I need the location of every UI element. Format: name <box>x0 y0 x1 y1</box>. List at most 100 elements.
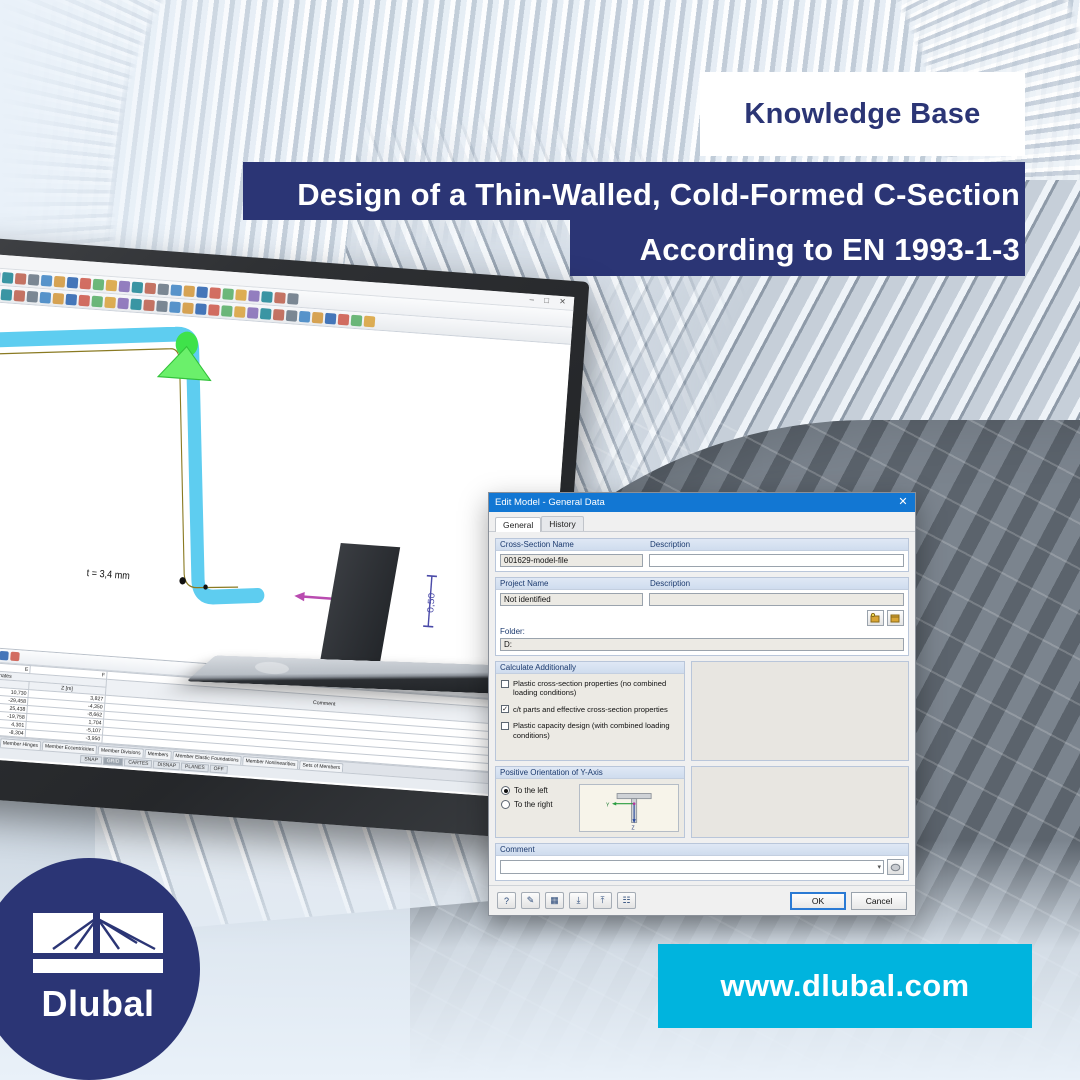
toolbar-icon[interactable] <box>0 270 1 283</box>
edit-icon[interactable]: ✎ <box>521 892 540 909</box>
toolbar-icon[interactable] <box>183 284 196 297</box>
toolbar-icon[interactable] <box>91 295 104 307</box>
folder-input[interactable]: D: <box>500 638 904 651</box>
toolbar-icon[interactable] <box>169 300 181 313</box>
toolbar-icon[interactable] <box>157 282 170 295</box>
status-chip[interactable]: SNAP <box>79 755 103 765</box>
close-icon[interactable]: ✕ <box>895 497 911 508</box>
toolbar-icon[interactable] <box>14 272 27 285</box>
toolbar-icon[interactable] <box>209 286 222 299</box>
status-chip[interactable]: CARTES <box>124 758 153 769</box>
status-chip[interactable]: OFF <box>209 764 228 774</box>
cross-section-name-input[interactable]: 001629-model-file <box>500 554 643 567</box>
toolbar-icon[interactable] <box>66 276 79 289</box>
checkbox-icon[interactable] <box>501 721 509 730</box>
toolbar-icon[interactable] <box>143 298 155 311</box>
edit-model-general-data-dialog[interactable]: Edit Model - General Data ✕ General Hist… <box>488 492 916 916</box>
chevron-down-icon[interactable]: ▾ <box>877 863 881 871</box>
toolbar-icon[interactable] <box>105 279 118 291</box>
toolbar-icon[interactable] <box>182 301 194 314</box>
dialog-footer-icons[interactable]: ? ✎ ▦ ⤓ ⤒ ☷ <box>497 892 636 909</box>
tab-general[interactable]: General <box>495 517 542 532</box>
comment-input[interactable]: ▾ <box>500 860 884 874</box>
toolbar-icon[interactable] <box>208 303 220 316</box>
toolbar-icon[interactable] <box>65 293 78 306</box>
radio-icon[interactable] <box>501 800 510 809</box>
toolbar-icon[interactable] <box>104 296 117 308</box>
toolbar-icon[interactable] <box>118 280 131 292</box>
toolbar-icon[interactable] <box>274 291 286 304</box>
ok-button[interactable]: OK <box>790 891 846 910</box>
toolbar-icon[interactable] <box>285 309 298 322</box>
toolbar-icon[interactable] <box>52 292 65 305</box>
toolbar-icon[interactable] <box>53 275 66 288</box>
orientation-options[interactable]: To the left To the right <box>501 784 573 832</box>
units-icon[interactable]: ▦ <box>545 892 564 909</box>
toolbar-icon[interactable] <box>261 290 273 303</box>
toolbar-icon[interactable] <box>259 307 272 320</box>
orientation-option[interactable]: To the left <box>501 786 573 795</box>
toolbar-icon[interactable] <box>13 289 26 302</box>
import-icon[interactable]: ⤓ <box>569 892 588 909</box>
browse-project-icon[interactable] <box>887 610 904 626</box>
toolbar-icon[interactable] <box>311 311 324 324</box>
toolbar-icon[interactable] <box>287 292 299 305</box>
comment-library-icon[interactable] <box>887 859 904 875</box>
sheet-tab[interactable]: Members <box>144 748 172 760</box>
toolbar-icon[interactable] <box>272 308 285 321</box>
calculate-options-list[interactable]: Plastic cross-section properties (no com… <box>496 674 684 760</box>
toolbar-icon[interactable] <box>195 302 207 315</box>
cancel-button[interactable]: Cancel <box>851 891 907 910</box>
cross-section-description-input[interactable] <box>649 554 904 567</box>
cad-canvas[interactable]: x x0 t = 3,4 mm 0,50 <box>0 288 571 688</box>
toolbar-icon[interactable] <box>144 282 157 294</box>
toolbar-icon[interactable] <box>117 297 130 309</box>
toolbar-icon[interactable] <box>130 298 143 310</box>
toolbar-icon[interactable] <box>246 306 259 319</box>
toolbar-icon[interactable] <box>248 289 260 302</box>
radio-selected-icon[interactable] <box>501 786 510 795</box>
toolbar-icon[interactable] <box>363 315 376 327</box>
toolbar-icon[interactable] <box>0 650 9 661</box>
checkbox-checked-icon[interactable]: ✓ <box>501 705 509 714</box>
status-chip[interactable]: DISNAP <box>153 760 181 771</box>
toolbar-icon[interactable] <box>324 312 337 325</box>
toolbar-icon[interactable] <box>26 290 39 303</box>
calculate-option[interactable]: Plastic cross-section properties (no com… <box>501 679 679 698</box>
new-project-icon[interactable] <box>867 610 884 626</box>
toolbar-icon[interactable] <box>220 304 233 317</box>
orientation-option[interactable]: To the right <box>501 800 573 809</box>
toolbar-icon[interactable] <box>78 294 91 306</box>
help-icon[interactable]: ? <box>497 892 516 909</box>
calculate-option[interactable]: Plastic capacity design (with combined l… <box>501 721 679 740</box>
toolbar-icon[interactable] <box>10 651 20 662</box>
tab-history[interactable]: History <box>541 516 584 531</box>
toolbar-icon[interactable] <box>235 288 247 301</box>
toolbar-icon[interactable] <box>92 278 105 290</box>
status-chip[interactable]: PLANES <box>180 762 209 773</box>
toolbar-icon[interactable] <box>0 288 13 301</box>
project-description-input[interactable] <box>649 593 904 606</box>
dialog-tab-bar[interactable]: General History <box>489 512 915 532</box>
checkbox-icon[interactable] <box>501 679 509 688</box>
toolbar-icon[interactable] <box>233 305 246 318</box>
toolbar-icon[interactable] <box>79 277 92 290</box>
dialog-title-bar[interactable]: Edit Model - General Data ✕ <box>489 493 915 512</box>
window-controls[interactable]: – □ ✕ <box>529 295 570 307</box>
toolbar-icon[interactable] <box>131 281 144 293</box>
project-name-input[interactable]: Not identified <box>500 593 643 606</box>
settings-icon[interactable]: ☷ <box>617 892 636 909</box>
website-url-band[interactable]: www.dlubal.com <box>658 944 1032 1028</box>
toolbar-icon[interactable] <box>156 299 168 312</box>
toolbar-icon[interactable] <box>222 287 235 300</box>
status-chip[interactable]: GRID <box>102 756 124 767</box>
toolbar-icon[interactable] <box>170 283 183 296</box>
toolbar-icon[interactable] <box>196 285 209 298</box>
toolbar-icon[interactable] <box>40 274 53 287</box>
toolbar-icon[interactable] <box>298 310 311 323</box>
calculate-option[interactable]: ✓ c/t parts and effective cross-section p… <box>501 705 679 714</box>
toolbar-icon[interactable] <box>1 271 14 284</box>
toolbar-icon[interactable] <box>39 291 52 304</box>
toolbar-icon[interactable] <box>337 313 350 326</box>
toolbar-icon[interactable] <box>27 273 40 286</box>
